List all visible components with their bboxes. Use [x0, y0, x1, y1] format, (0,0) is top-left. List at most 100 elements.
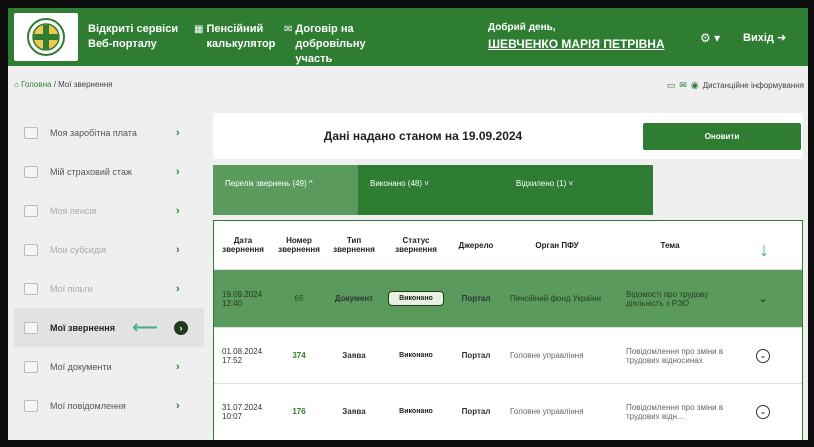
pfu-logo[interactable] — [14, 13, 78, 61]
sidebar-item-pension[interactable]: Моя пенсія › — [14, 191, 204, 230]
logout-button[interactable]: Вихід ➜ — [743, 31, 786, 44]
row-date: 01.08.2024 17:52 — [214, 347, 272, 365]
open-services-link[interactable]: Відкриті сервіси Веб-порталу — [88, 22, 188, 52]
time-value: 10:07 — [222, 411, 243, 421]
expand-cell: ⌄ — [728, 348, 798, 363]
col-number: Номер звернення — [278, 236, 320, 254]
sidebar-item-subsidy[interactable]: Мои субсидія › — [14, 230, 204, 269]
remote-info-label: Дистанційне інформування — [702, 81, 804, 90]
chevron-down-icon[interactable]: ⌄ — [756, 404, 770, 419]
request-number[interactable]: 374 — [272, 351, 326, 360]
top-header: Відкриті сервіси Веб-порталу ▦ Пенсійний… — [8, 8, 808, 66]
time-value: 17:52 — [222, 355, 243, 365]
request-source: Портал — [461, 294, 491, 303]
pension-calculator-link[interactable]: ▦ Пенсійний калькулятор — [194, 22, 284, 52]
envelope-icon: ✉ — [284, 24, 293, 35]
col-topic: Тема — [660, 240, 680, 250]
sidebar-item-salary[interactable]: Моя заробітна плата › — [14, 113, 204, 152]
sidebar-item-label: Мій страховий стаж — [50, 166, 132, 177]
chevron-down-icon[interactable]: ⌄ — [756, 348, 770, 363]
greeting-text: Добрий день, — [488, 22, 556, 33]
status-badge: Виконано — [388, 291, 444, 306]
status-cell: Виконано — [382, 404, 450, 419]
status-badge: Виконано — [388, 348, 444, 363]
request-number[interactable]: 65 — [272, 294, 326, 303]
sidebar-item-my-requests[interactable]: Мої звернення ⟵ › — [14, 308, 204, 347]
refresh-button[interactable]: Оновити — [643, 123, 801, 150]
sidebar-item-label: Моя пенсія — [50, 205, 97, 216]
requests-table: Дата звернення Номер звернення Тип зверн… — [213, 220, 803, 440]
sidebar-item-messages[interactable]: Мої повідомлення › — [14, 386, 204, 425]
row-date: 31.07.2024 10:07 — [214, 403, 272, 421]
user-name-link[interactable]: ШЕВЧЕНКО МАРІЯ ПЕТРІВНА — [488, 37, 665, 51]
table-row[interactable]: 01.08.2024 17:52 374 Заява Виконано Порт… — [214, 327, 802, 383]
home-icon: ⌂ — [14, 80, 19, 89]
inbox-icon — [24, 321, 38, 334]
folder-icon — [24, 243, 38, 256]
request-source: Портал — [461, 351, 491, 360]
request-topic: Повідомлення про зміни в трудових відн..… — [626, 402, 724, 421]
request-topic: Відомості про трудову діяльність з РЭО — [626, 289, 709, 308]
sidebar-item-label: Моя заробітна плата — [50, 127, 137, 138]
chevron-right-icon: › — [176, 243, 180, 256]
mail-icon: ✉ — [679, 80, 687, 90]
request-number[interactable]: 176 — [272, 407, 326, 416]
sidebar-item-benefits[interactable]: Мої пільги › — [14, 269, 204, 308]
chevron-right-icon: › — [176, 360, 180, 373]
sidebar-item-documents[interactable]: Мої документи › — [14, 347, 204, 386]
col-type: Тип звернення — [333, 236, 375, 254]
logout-icon: ➜ — [776, 32, 787, 44]
request-topic: Повідомлення про зміни в трудових віднос… — [626, 346, 724, 365]
settings-caret: ▾ — [714, 31, 721, 45]
table-row[interactable]: 31.07.2024 10:07 176 Заява Виконано Порт… — [214, 383, 802, 439]
date-value: 01.08.2024 — [222, 346, 263, 356]
status-cell: Виконано — [382, 291, 450, 306]
tab-completed[interactable]: Виконано (48) ˅ — [358, 165, 506, 215]
voluntary-contract-link[interactable]: ✉ Договір на добровільну участь — [284, 22, 404, 67]
request-organ: Пенсійний фонд України — [510, 294, 602, 303]
remote-info-link[interactable]: ▭ ✉ ◉ Дистанційне інформування — [667, 80, 804, 91]
sidebar-item-label: Мої пільги — [50, 283, 93, 294]
folder-icon — [24, 282, 38, 295]
settings-menu[interactable]: ⚙ ▾ — [700, 31, 720, 45]
envelope-icon — [24, 399, 38, 412]
breadcrumb-current: Мої звернення — [58, 80, 113, 89]
date-value: 19.09.2024 — [222, 289, 263, 299]
tab-all-requests[interactable]: Перелік звернень (49) ^ — [213, 165, 358, 215]
portal-window: Відкриті сервіси Веб-порталу ▦ Пенсійний… — [8, 8, 808, 440]
table-row[interactable]: 19.09.2024 12:40 65 Документ Виконано По… — [214, 269, 802, 327]
tab-rejected[interactable]: Відхилено (1) ˅ — [506, 165, 653, 215]
sidebar-item-label: Мои субсидія — [50, 244, 106, 255]
chevron-right-icon: › — [176, 165, 180, 178]
chevron-right-icon: › — [176, 282, 180, 295]
sidebar-item-label: Мої звернення — [50, 322, 115, 333]
sidebar: Моя заробітна плата › Мій страховий стаж… — [14, 113, 204, 425]
logo-emblem-icon — [27, 18, 65, 56]
arrow-left-pointer-icon: ⟵ — [132, 317, 158, 337]
user-greeting: Добрий день, ШЕВЧЕНКО МАРІЯ ПЕТРІВНА — [488, 22, 665, 51]
request-type: Заява — [342, 407, 366, 416]
col-date: Дата звернення — [222, 236, 264, 254]
request-organ: Головне управління — [510, 407, 584, 416]
sidebar-item-label: Мої документи — [50, 361, 112, 372]
pension-calculator-label: Пенсійний калькулятор — [206, 23, 276, 50]
logout-label: Вихід — [743, 32, 774, 44]
expand-cell: ⌄ — [728, 292, 798, 306]
breadcrumb-home-link[interactable]: Головна — [21, 80, 51, 89]
request-type: Заява — [342, 351, 366, 360]
request-type: Документ — [334, 294, 374, 303]
col-status: Статус звернення — [395, 236, 437, 254]
calculator-icon: ▦ — [194, 24, 204, 35]
sidebar-item-insurance-experience[interactable]: Мій страховий стаж › — [14, 152, 204, 191]
gear-icon: ⚙ — [700, 31, 711, 45]
time-value: 12:40 — [222, 298, 243, 308]
chevron-right-circle-icon: › — [174, 320, 188, 335]
chevron-right-icon: › — [176, 126, 180, 139]
request-source: Портал — [461, 407, 491, 416]
table-header: Дата звернення Номер звернення Тип зверн… — [214, 221, 802, 269]
expand-cell: ⌄ — [728, 404, 798, 419]
document-icon — [24, 360, 38, 373]
request-organ: Головне управління — [510, 351, 584, 360]
breadcrumb: ⌂ Головна / Мої звернення — [14, 80, 113, 89]
chevron-down-icon[interactable]: ⌄ — [756, 292, 770, 306]
